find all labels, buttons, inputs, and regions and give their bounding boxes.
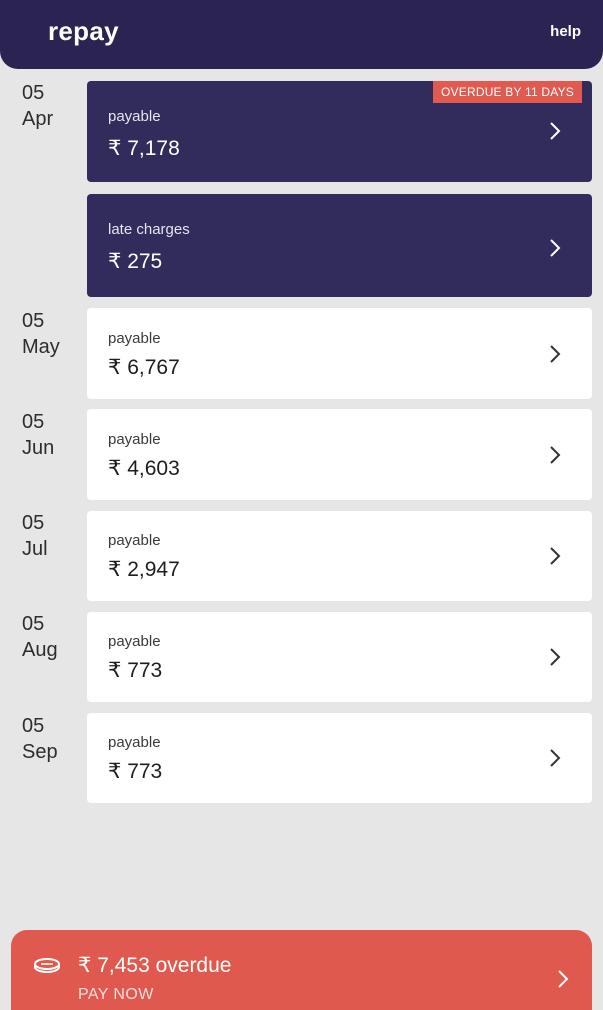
installment-card-aug[interactable]: payable ₹ 773 (87, 612, 592, 702)
card-label: payable (108, 532, 161, 549)
date-month: Aug (22, 639, 58, 661)
app-header: repay help (0, 0, 603, 69)
date-month: Jun (22, 437, 55, 459)
date-month: May (22, 336, 60, 358)
date-day: 05 (22, 512, 45, 534)
card-amount: ₹ 773 (108, 760, 163, 783)
date-day: 05 (22, 715, 45, 737)
card-amount: ₹ 7,178 (108, 137, 180, 160)
date-day: 05 (22, 411, 45, 433)
chevron-right-icon (556, 968, 570, 995)
installment-card-sep[interactable]: payable ₹ 773 (87, 713, 592, 803)
date-may: 05 May (22, 308, 60, 360)
help-link[interactable]: help (550, 23, 581, 40)
date-sep: 05 Sep (22, 713, 58, 765)
installment-card-apr[interactable]: OVERDUE BY 11 DAYS payable ₹ 7,178 (87, 81, 592, 182)
card-amount: ₹ 773 (108, 659, 163, 682)
chevron-right-icon (548, 237, 562, 259)
card-amount: ₹ 275 (108, 250, 163, 273)
card-label: payable (108, 633, 161, 650)
pay-now-bar[interactable]: ₹ 7,453 overdue PAY NOW (11, 930, 592, 1010)
date-day: 05 (22, 82, 45, 104)
date-month: Sep (22, 741, 58, 763)
date-month: Jul (22, 538, 48, 560)
card-label: payable (108, 108, 161, 125)
installment-card-may[interactable]: payable ₹ 6,767 (87, 308, 592, 399)
chevron-right-icon (548, 444, 562, 466)
app-title: repay (48, 16, 119, 46)
card-label: payable (108, 431, 161, 448)
chevron-right-icon (548, 343, 562, 365)
coin-icon (33, 956, 61, 979)
card-amount: ₹ 2,947 (108, 558, 180, 581)
installment-card-jun[interactable]: payable ₹ 4,603 (87, 409, 592, 500)
late-charges-card[interactable]: late charges ₹ 275 (87, 194, 592, 297)
date-aug: 05 Aug (22, 611, 58, 663)
date-apr: 05 Apr (22, 80, 53, 132)
card-amount: ₹ 4,603 (108, 457, 180, 480)
card-label: late charges (108, 221, 190, 238)
chevron-right-icon (548, 646, 562, 668)
pay-now-button[interactable]: PAY NOW (78, 986, 154, 1004)
date-month: Apr (22, 108, 54, 130)
chevron-right-icon (548, 747, 562, 769)
chevron-right-icon (548, 545, 562, 567)
installment-card-jul[interactable]: payable ₹ 2,947 (87, 511, 592, 601)
date-jun: 05 Jun (22, 409, 54, 461)
date-day: 05 (22, 613, 45, 635)
date-jul: 05 Jul (22, 510, 48, 562)
card-label: payable (108, 330, 161, 347)
overdue-badge: OVERDUE BY 11 DAYS (433, 81, 582, 103)
date-day: 05 (22, 310, 45, 332)
overdue-amount: ₹ 7,453 overdue (78, 954, 232, 977)
chevron-right-icon (548, 120, 562, 142)
card-amount: ₹ 6,767 (108, 356, 180, 379)
card-label: payable (108, 734, 161, 751)
